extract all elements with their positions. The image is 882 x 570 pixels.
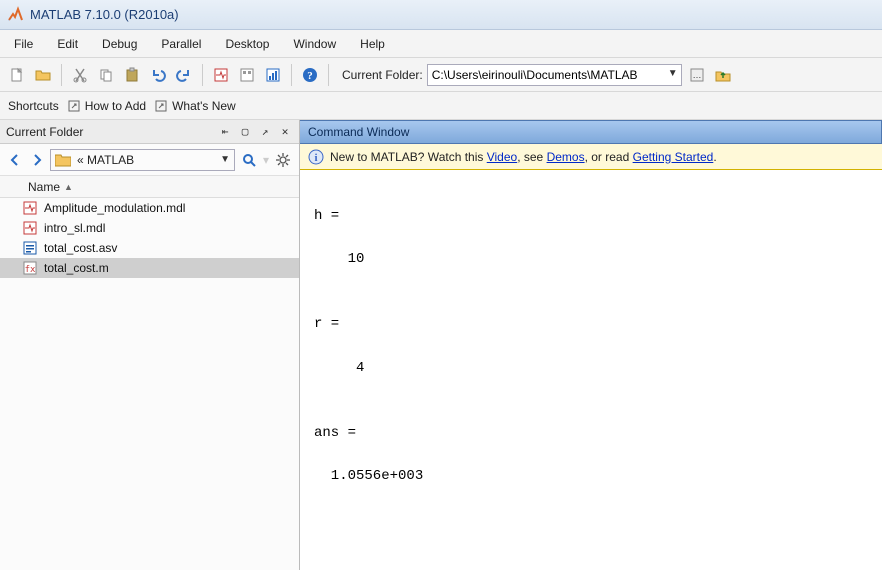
- svg-text:?: ?: [307, 70, 313, 82]
- folder-breadcrumb: « MATLAB: [77, 153, 214, 167]
- info-icon: i: [308, 149, 324, 165]
- shortcut-whats-new-label: What's New: [172, 99, 236, 113]
- info-getting-started-link[interactable]: Getting Started: [633, 150, 714, 164]
- folder-path-row: « MATLAB ▼ ▾: [0, 144, 299, 176]
- menu-parallel[interactable]: Parallel: [151, 33, 211, 55]
- sort-asc-icon: ▲: [64, 182, 73, 192]
- content-area: Current Folder ⇤ ▢ ↗ ✕ « MATLAB ▼: [0, 120, 882, 570]
- command-window-panel: Command Window i New to MATLAB? Watch th…: [300, 120, 882, 570]
- matlab-logo-icon: [6, 6, 24, 24]
- svg-text:fx: fx: [25, 265, 36, 275]
- current-folder-label: Current Folder:: [342, 68, 423, 82]
- current-folder-panel: Current Folder ⇤ ▢ ↗ ✕ « MATLAB ▼: [0, 120, 300, 570]
- toolbar-separator: [328, 64, 329, 86]
- file-row[interactable]: intro_sl.mdl: [0, 218, 299, 238]
- column-name-label: Name: [28, 180, 60, 194]
- browse-folder-icon[interactable]: …: [686, 64, 708, 86]
- shortcut-how-to-add[interactable]: How to Add: [67, 99, 146, 113]
- file-list-column-header[interactable]: Name ▲: [0, 176, 299, 198]
- folder-up-icon[interactable]: [712, 64, 734, 86]
- toolbar-separator: [291, 64, 292, 86]
- command-window-header: Command Window: [300, 120, 882, 144]
- file-name: total_cost.asv: [44, 241, 117, 255]
- profiler-icon[interactable]: [262, 64, 284, 86]
- copy-icon[interactable]: [95, 64, 117, 86]
- open-folder-icon[interactable]: [32, 64, 54, 86]
- folder-icon: [55, 153, 71, 167]
- new-file-icon[interactable]: [6, 64, 28, 86]
- current-folder-panel-header: Current Folder ⇤ ▢ ↗ ✕: [0, 120, 299, 144]
- info-demos-link[interactable]: Demos: [547, 150, 585, 164]
- file-type-icon: [22, 200, 38, 216]
- toolbar-separator: ▾: [263, 153, 269, 167]
- nav-forward-icon[interactable]: [28, 151, 46, 169]
- simulink-icon[interactable]: [210, 64, 232, 86]
- shortcuts-bar: Shortcuts How to Add What's New: [0, 92, 882, 120]
- info-video-link[interactable]: Video: [487, 150, 517, 164]
- menu-file[interactable]: File: [4, 33, 43, 55]
- guide-icon[interactable]: [236, 64, 258, 86]
- file-name: intro_sl.mdl: [44, 221, 105, 235]
- toolbar-separator: [202, 64, 203, 86]
- shortcuts-label: Shortcuts: [8, 99, 59, 113]
- minimize-icon[interactable]: ▢: [237, 124, 253, 140]
- menu-bar: File Edit Debug Parallel Desktop Window …: [0, 30, 882, 58]
- file-name: Amplitude_modulation.mdl: [44, 201, 185, 215]
- search-icon[interactable]: [239, 150, 259, 170]
- current-folder-field-wrap: ▼: [427, 64, 682, 86]
- external-link-icon: [67, 99, 81, 113]
- redo-icon[interactable]: [173, 64, 195, 86]
- svg-text:…: …: [692, 70, 701, 80]
- file-row[interactable]: total_cost.asv: [0, 238, 299, 258]
- command-window-output[interactable]: h = 10 r = 4 ans = 1.0556e+003: [300, 170, 882, 570]
- menu-window[interactable]: Window: [283, 33, 346, 55]
- folder-path-box[interactable]: « MATLAB ▼: [50, 149, 235, 171]
- menu-debug[interactable]: Debug: [92, 33, 147, 55]
- current-folder-input[interactable]: [427, 64, 682, 86]
- file-row[interactable]: Amplitude_modulation.mdl: [0, 198, 299, 218]
- file-type-icon: fx: [22, 260, 38, 276]
- undo-icon[interactable]: [147, 64, 169, 86]
- gear-icon[interactable]: [273, 150, 293, 170]
- external-link-icon: [154, 99, 168, 113]
- svg-text:i: i: [314, 152, 317, 164]
- paste-icon[interactable]: [121, 64, 143, 86]
- help-icon[interactable]: ?: [299, 64, 321, 86]
- close-icon[interactable]: ✕: [277, 124, 293, 140]
- info-text: New to MATLAB? Watch this Video, see Dem…: [330, 150, 717, 164]
- window-title: MATLAB 7.10.0 (R2010a): [30, 7, 179, 22]
- file-type-icon: [22, 220, 38, 236]
- shortcut-whats-new[interactable]: What's New: [154, 99, 236, 113]
- file-list: Amplitude_modulation.mdl intro_sl.mdltota…: [0, 198, 299, 570]
- title-bar: MATLAB 7.10.0 (R2010a): [0, 0, 882, 30]
- shortcut-how-to-add-label: How to Add: [85, 99, 146, 113]
- toolbar-separator: [61, 64, 62, 86]
- file-type-icon: [22, 240, 38, 256]
- file-name: total_cost.m: [44, 261, 109, 275]
- maximize-icon[interactable]: ↗: [257, 124, 273, 140]
- menu-help[interactable]: Help: [350, 33, 395, 55]
- cut-icon[interactable]: [69, 64, 91, 86]
- nav-back-icon[interactable]: [6, 151, 24, 169]
- command-window-title: Command Window: [308, 125, 409, 139]
- welcome-info-bar: i New to MATLAB? Watch this Video, see D…: [300, 144, 882, 170]
- file-row[interactable]: fx total_cost.m: [0, 258, 299, 278]
- menu-edit[interactable]: Edit: [47, 33, 88, 55]
- dock-toggle-icon[interactable]: ⇤: [217, 124, 233, 140]
- current-folder-panel-title: Current Folder: [6, 125, 213, 139]
- dropdown-arrow-icon: ▼: [220, 154, 230, 165]
- main-toolbar: ? Current Folder: ▼ …: [0, 58, 882, 92]
- menu-desktop[interactable]: Desktop: [215, 33, 279, 55]
